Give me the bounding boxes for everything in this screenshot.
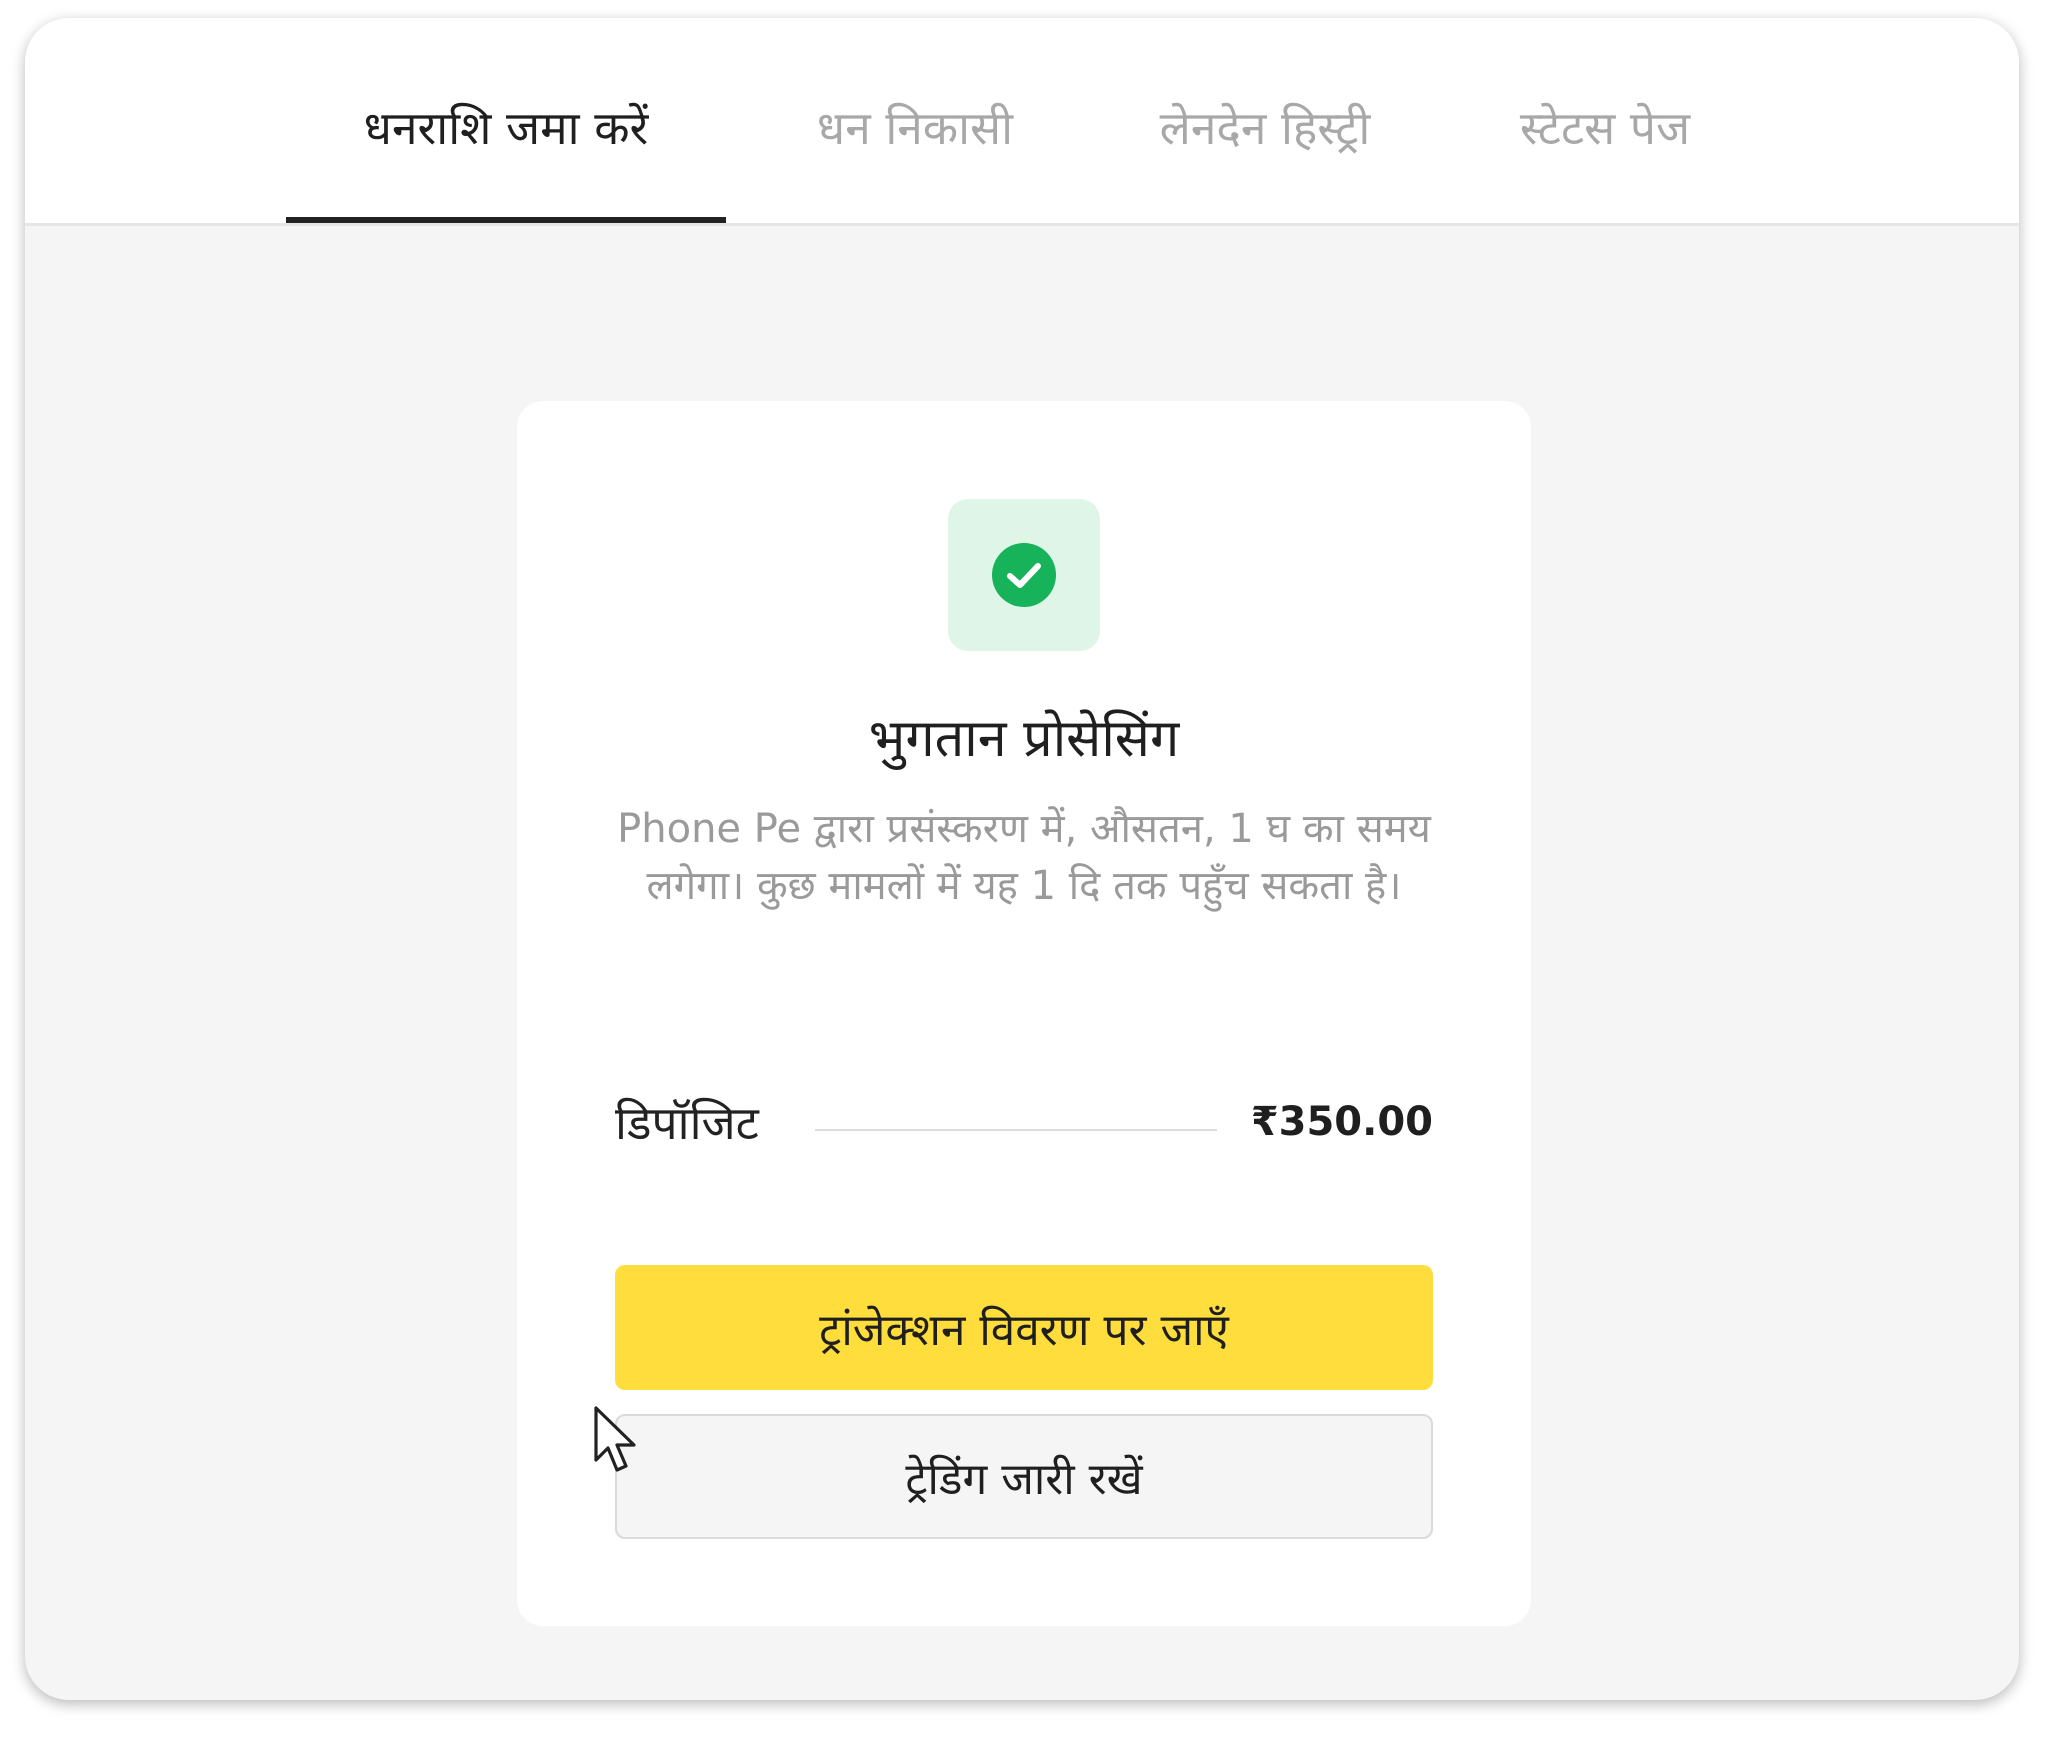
go-to-transaction-details-button[interactable]: ट्रांजेक्शन विवरण पर जाएँ [615, 1265, 1433, 1390]
divider-line [815, 1129, 1217, 1131]
mouse-pointer-icon [594, 1406, 636, 1472]
deposit-amount: ₹350.00 [1250, 1099, 1433, 1145]
check-circle-icon [992, 543, 1056, 607]
continue-trading-button[interactable]: ट्रेडिंग जारी रखें [615, 1414, 1433, 1539]
payment-status-card: भुगतान प्रोसेसिंग Phone Pe द्वारा प्रसंस… [517, 401, 1531, 1626]
app-window: धनराशि जमा करें धन निकासी लेनदेन हिस्ट्र… [25, 18, 2019, 1700]
status-description: Phone Pe द्वारा प्रसंस्करण में, औसतन, 1 … [617, 806, 1431, 909]
tab-withdrawal[interactable]: धन निकासी [795, 18, 1035, 223]
tab-bar: धनराशि जमा करें धन निकासी लेनदेन हिस्ट्र… [25, 18, 2019, 226]
status-title: भुगतान प्रोसेसिंग [868, 709, 1180, 769]
deposit-summary-row: डिपॉजिट ₹350.00 [615, 1091, 1433, 1171]
tab-transaction-history[interactable]: लेनदेन हिस्ट्री [1135, 18, 1395, 223]
deposit-label: डिपॉजिट [615, 1096, 759, 1150]
tab-deposit[interactable]: धनराशि जमा करें [286, 18, 726, 223]
tab-status-page[interactable]: स्टेटस पेज [1485, 18, 1725, 223]
status-icon-tile [948, 499, 1100, 651]
active-tab-indicator [286, 217, 726, 223]
